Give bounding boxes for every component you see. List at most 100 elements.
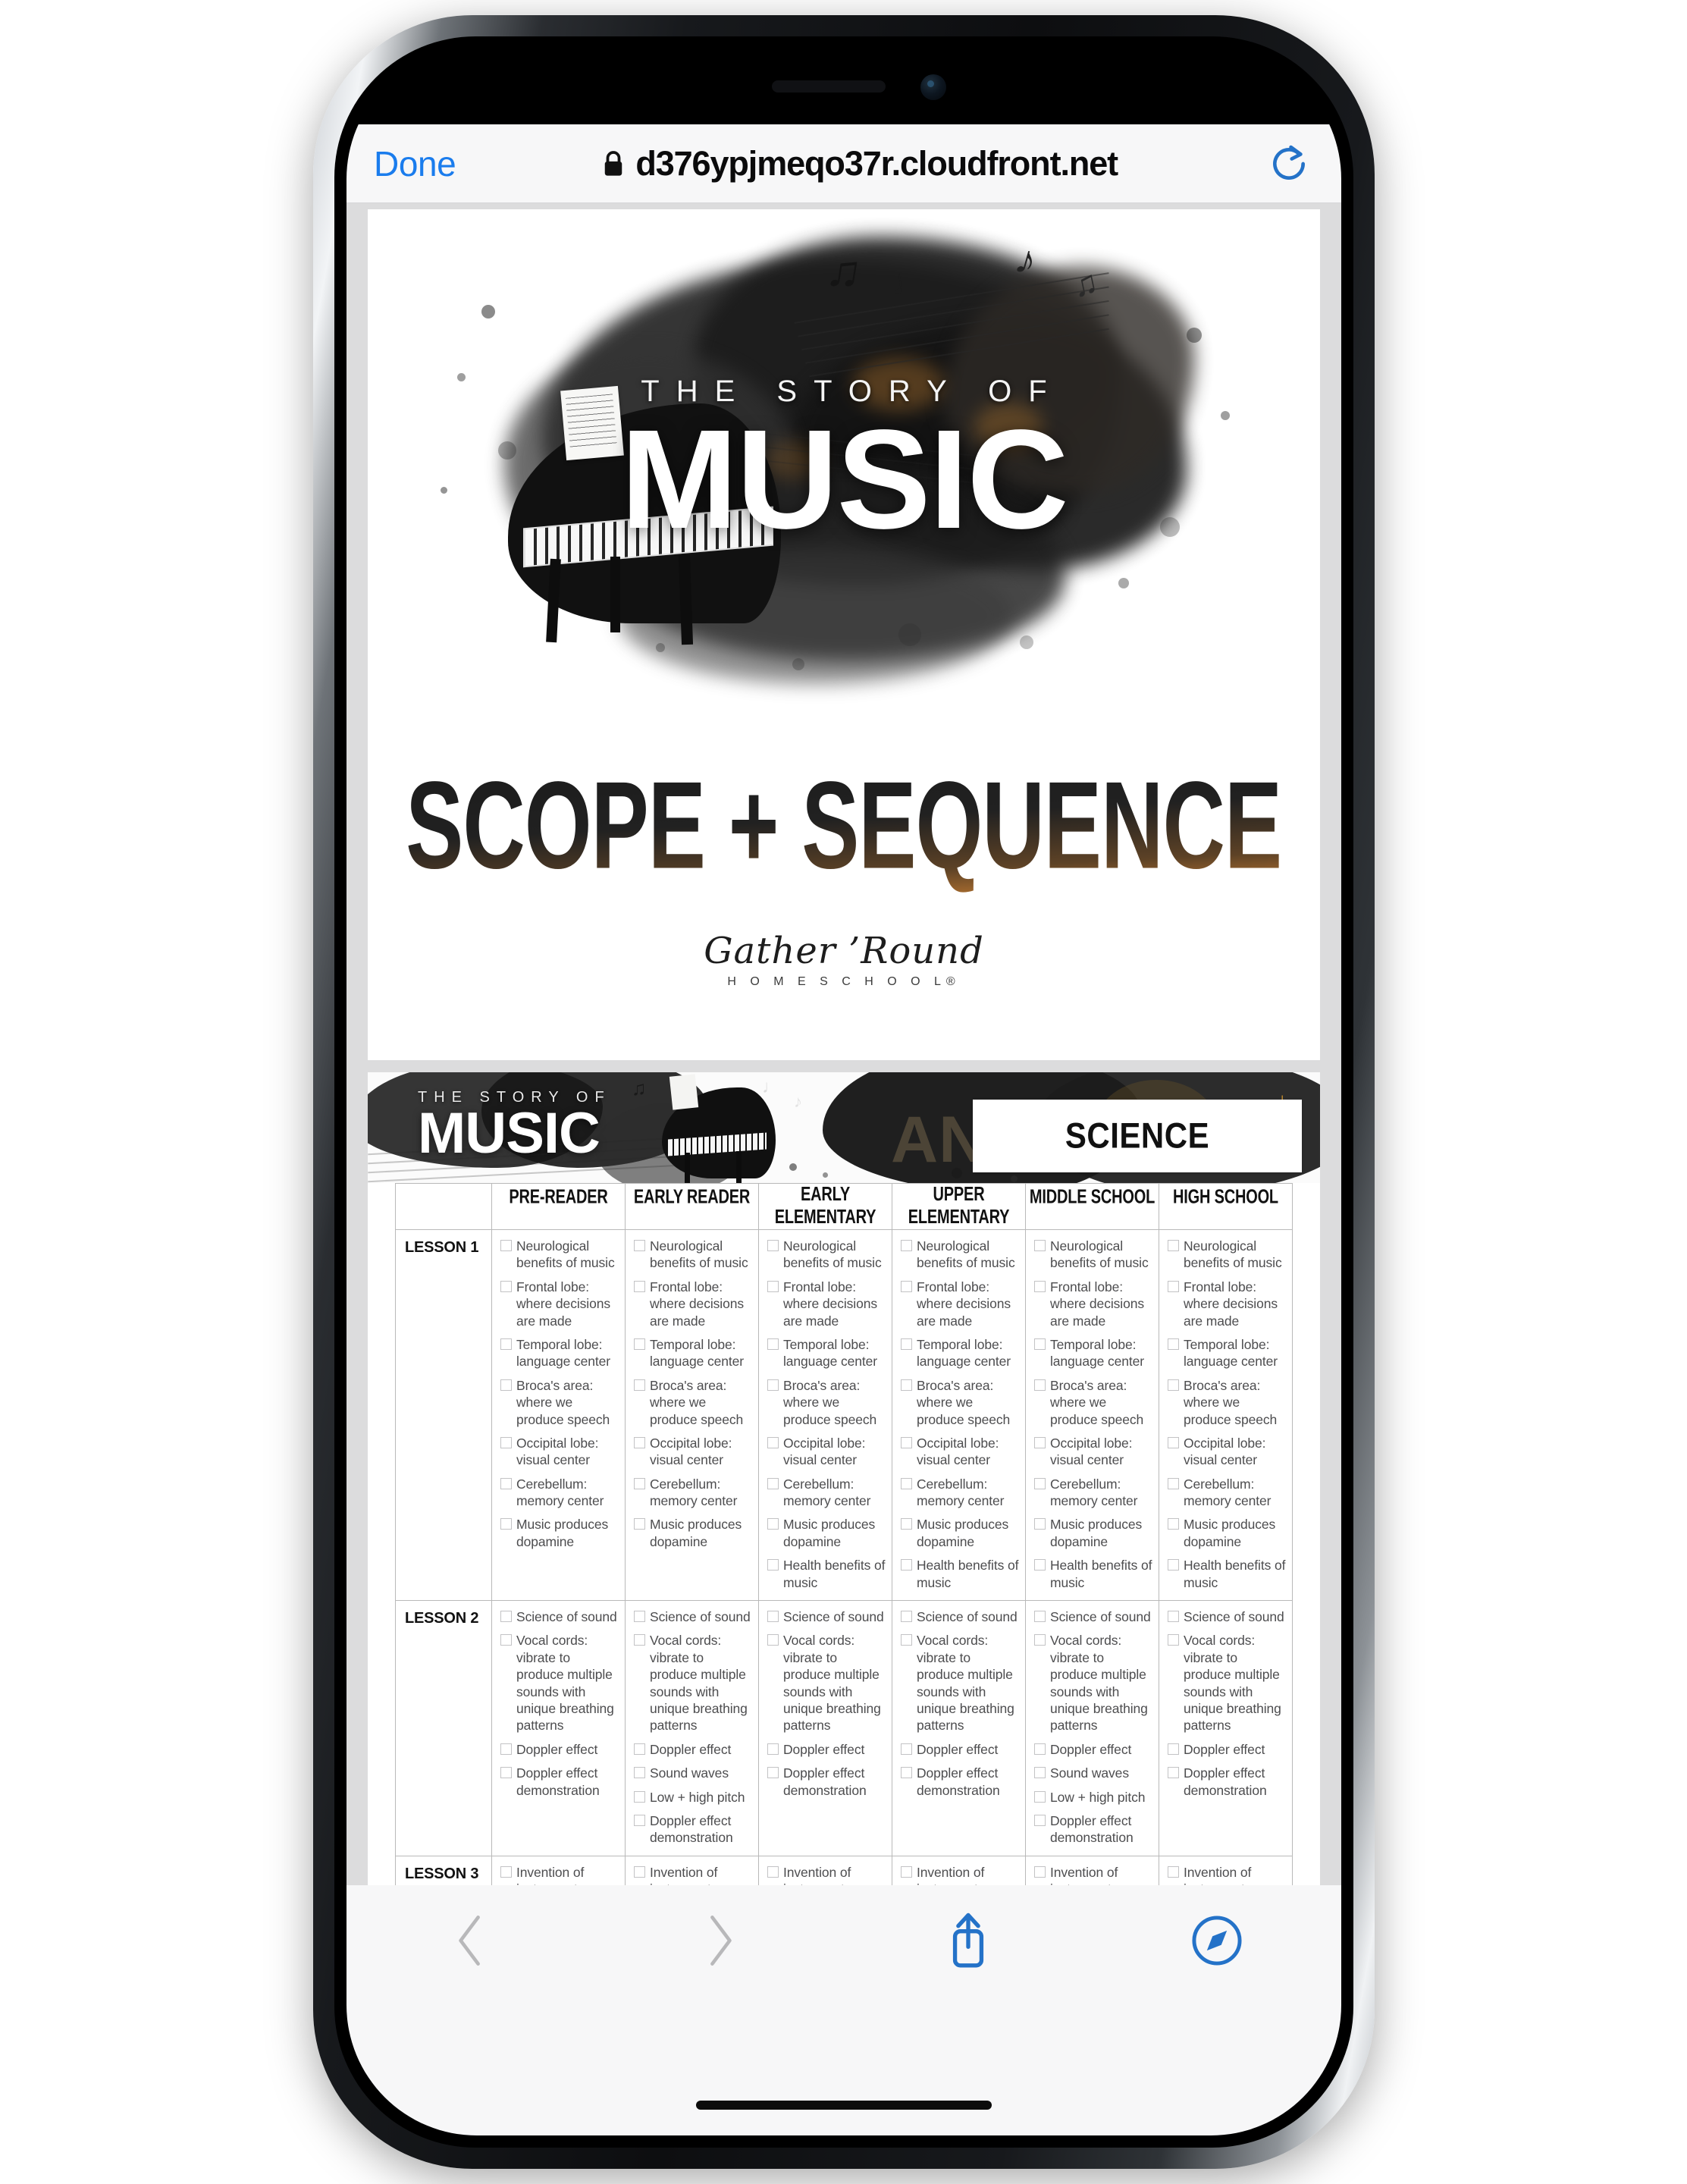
- checklist-item[interactable]: Vocal cords: vibrate to produce multiple…: [1166, 1632, 1286, 1734]
- checklist-item[interactable]: Doppler effect: [766, 1741, 886, 1758]
- checklist-item[interactable]: Music produces dopamine: [1033, 1516, 1152, 1550]
- music-note-icon: ♪: [794, 1092, 802, 1111]
- checklist-item[interactable]: Broca's area: where we produce speech: [1033, 1377, 1152, 1428]
- checklist-item[interactable]: Doppler effect demonstration: [766, 1765, 886, 1799]
- checklist-item[interactable]: Doppler effect demonstration: [632, 1812, 752, 1847]
- checklist-item[interactable]: Science of sound: [499, 1608, 619, 1625]
- checklist-item[interactable]: Broca's area: where we produce speech: [499, 1377, 619, 1428]
- checklist-item[interactable]: Vocal cords: vibrate to produce multiple…: [1033, 1632, 1152, 1734]
- checklist-item[interactable]: Cerebellum: memory center: [766, 1476, 886, 1510]
- checklist-item[interactable]: Doppler effect demonstration: [1166, 1765, 1286, 1799]
- checklist-item[interactable]: Low + high pitch: [1033, 1789, 1152, 1806]
- checklist-item[interactable]: Music produces dopamine: [632, 1516, 752, 1550]
- checklist-item[interactable]: Vocal cords: vibrate to produce multiple…: [899, 1632, 1019, 1734]
- checklist-item[interactable]: Vocal cords: vibrate to produce multiple…: [766, 1632, 886, 1734]
- checklist-item[interactable]: Science of sound: [766, 1608, 886, 1625]
- checklist-item[interactable]: Doppler effect demonstration: [1033, 1812, 1152, 1847]
- checklist-item[interactable]: Broca's area: where we produce speech: [632, 1377, 752, 1428]
- checklist-item[interactable]: Occipital lobe: visual center: [1166, 1435, 1286, 1469]
- checklist-item[interactable]: Doppler effect: [1166, 1741, 1286, 1758]
- column-header-3: EARLY ELEMENTARY: [758, 1183, 892, 1230]
- lesson-label: LESSON 2: [405, 1610, 479, 1627]
- checklist-item[interactable]: Neurological benefits of music: [1033, 1238, 1152, 1272]
- brand-logo-sub: H O M E S C H O O L®: [727, 975, 961, 988]
- checklist-item[interactable]: Invention of instruments: [766, 1864, 886, 1885]
- checklist-item[interactable]: Music produces dopamine: [499, 1516, 619, 1550]
- checklist-item[interactable]: Broca's area: where we produce speech: [766, 1377, 886, 1428]
- checklist-item[interactable]: Frontal lobe: where decisions are made: [632, 1279, 752, 1329]
- checklist-item[interactable]: Science of sound: [899, 1608, 1019, 1625]
- checklist-item[interactable]: Health benefits of music: [1166, 1557, 1286, 1591]
- checklist-item[interactable]: Vocal cords: vibrate to produce multiple…: [499, 1632, 619, 1734]
- checklist-item[interactable]: Invention of instruments: [632, 1864, 752, 1885]
- checklist-item[interactable]: Doppler effect: [499, 1741, 619, 1758]
- checklist-item[interactable]: Temporal lobe: language center: [499, 1336, 619, 1370]
- checklist-item[interactable]: Neurological benefits of music: [499, 1238, 619, 1272]
- address-bar[interactable]: d376ypjmeqo37r.cloudfront.net: [463, 144, 1256, 184]
- reload-button[interactable]: [1256, 143, 1322, 185]
- checklist-item[interactable]: Temporal lobe: language center: [766, 1336, 886, 1370]
- checklist-item[interactable]: Music produces dopamine: [766, 1516, 886, 1550]
- banner-wordmark: MUSIC: [418, 1101, 600, 1166]
- checklist-item[interactable]: Low + high pitch: [632, 1789, 752, 1806]
- checklist-item[interactable]: Music produces dopamine: [899, 1516, 1019, 1550]
- checklist-item[interactable]: Science of sound: [1033, 1608, 1152, 1625]
- checklist-item[interactable]: Music produces dopamine: [1166, 1516, 1286, 1550]
- checklist-item[interactable]: Temporal lobe: language center: [1166, 1336, 1286, 1370]
- checklist-item[interactable]: Frontal lobe: where decisions are made: [766, 1279, 886, 1329]
- lesson-items-cell: Neurological benefits of music Frontal lo…: [1025, 1228, 1159, 1602]
- checklist-item[interactable]: Vocal cords: vibrate to produce multiple…: [632, 1632, 752, 1734]
- home-indicator: [696, 2101, 992, 2110]
- checklist-item[interactable]: Invention of instruments: [1166, 1864, 1286, 1885]
- checklist-item[interactable]: Invention of instruments: [1033, 1864, 1152, 1885]
- checklist-item[interactable]: Temporal lobe: language center: [1033, 1336, 1152, 1370]
- checklist-item[interactable]: Sound waves: [1033, 1765, 1152, 1781]
- checklist-item[interactable]: Occipital lobe: visual center: [766, 1435, 886, 1469]
- checklist-item[interactable]: Health benefits of music: [766, 1557, 886, 1591]
- checklist-item[interactable]: Sound waves: [632, 1765, 752, 1781]
- checklist-item[interactable]: Occipital lobe: visual center: [1033, 1435, 1152, 1469]
- checklist-item[interactable]: Neurological benefits of music: [766, 1238, 886, 1272]
- checklist-item[interactable]: Cerebellum: memory center: [899, 1476, 1019, 1510]
- checklist-item[interactable]: Neurological benefits of music: [899, 1238, 1019, 1272]
- checklist-item[interactable]: Invention of instruments: [499, 1864, 619, 1885]
- checklist-item[interactable]: Cerebellum: memory center: [1166, 1476, 1286, 1510]
- checklist-item[interactable]: Frontal lobe: where decisions are made: [1033, 1279, 1152, 1329]
- checklist-item[interactable]: Occipital lobe: visual center: [899, 1435, 1019, 1469]
- lesson-items-cell: Science of sound Vocal cords: vibrate to …: [625, 1600, 759, 1856]
- tabs-button[interactable]: [1093, 1914, 1341, 1967]
- checklist-item[interactable]: Frontal lobe: where decisions are made: [1166, 1279, 1286, 1329]
- checklist-item[interactable]: Invention of instruments: [899, 1864, 1019, 1885]
- checklist-item[interactable]: Doppler effect demonstration: [499, 1765, 619, 1799]
- checklist-item[interactable]: Doppler effect: [632, 1741, 752, 1758]
- back-button[interactable]: [346, 1913, 595, 1969]
- checklist-item[interactable]: Broca's area: where we produce speech: [1166, 1377, 1286, 1428]
- checklist-item[interactable]: Cerebellum: memory center: [499, 1476, 619, 1510]
- checklist-item[interactable]: Doppler effect demonstration: [899, 1765, 1019, 1799]
- checklist-item[interactable]: Cerebellum: memory center: [632, 1476, 752, 1510]
- checklist-item[interactable]: Health benefits of music: [1033, 1557, 1152, 1591]
- checklist-item[interactable]: Doppler effect: [1033, 1741, 1152, 1758]
- checklist-item[interactable]: Occipital lobe: visual center: [632, 1435, 752, 1469]
- share-button[interactable]: [844, 1909, 1093, 1972]
- checklist-item[interactable]: Doppler effect: [899, 1741, 1019, 1758]
- pdf-viewport[interactable]: ♫ ♩ ♪ ♫ ♩ THE STORY OF MUSIC SCOPE + SEQ…: [346, 203, 1341, 1885]
- checklist-item[interactable]: Science of sound: [632, 1608, 752, 1625]
- done-button[interactable]: Done: [366, 139, 463, 189]
- checklist-item[interactable]: Neurological benefits of music: [1166, 1238, 1286, 1272]
- checklist-item[interactable]: Frontal lobe: where decisions are made: [899, 1279, 1019, 1329]
- checklist-item[interactable]: Temporal lobe: language center: [632, 1336, 752, 1370]
- checklist-item[interactable]: Science of sound: [1166, 1608, 1286, 1625]
- checklist-item[interactable]: Occipital lobe: visual center: [499, 1435, 619, 1469]
- checklist: Invention of instrumentsThickness of str…: [899, 1864, 1019, 1885]
- table-corner-cell: [395, 1183, 492, 1230]
- checklist-item[interactable]: Cerebellum: memory center: [1033, 1476, 1152, 1510]
- checklist-item[interactable]: Neurological benefits of music: [632, 1238, 752, 1272]
- checklist-item[interactable]: Frontal lobe: where decisions are made: [499, 1279, 619, 1329]
- chevron-left-icon: [459, 1916, 480, 1966]
- lesson-items-cell: Invention of instrumentsThickness of str…: [491, 1855, 626, 1885]
- checklist-item[interactable]: Health benefits of music: [899, 1557, 1019, 1591]
- checklist-item[interactable]: Temporal lobe: language center: [899, 1336, 1019, 1370]
- checklist-item[interactable]: Broca's area: where we produce speech: [899, 1377, 1019, 1428]
- forward-button[interactable]: [595, 1913, 844, 1969]
